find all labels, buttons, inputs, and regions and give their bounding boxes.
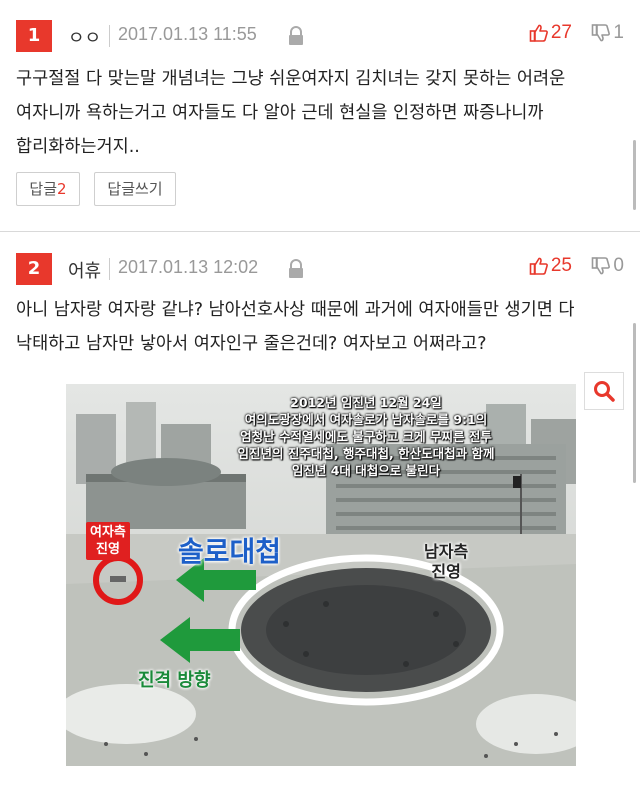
nickname[interactable]: 어휴	[68, 257, 101, 283]
label-line: 여자측	[90, 525, 126, 540]
like-button[interactable]: 27	[529, 22, 572, 44]
thumbs-down-icon	[592, 257, 611, 275]
scrollbar[interactable]	[633, 323, 636, 483]
like-count: 27	[550, 22, 572, 43]
thumbs-down-icon	[592, 24, 611, 42]
caption-line: 여의도광장에서 여자솔로가 남자솔로를 9:1의	[244, 412, 488, 427]
dislike-button[interactable]: 0	[591, 255, 624, 277]
scrollbar[interactable]	[633, 140, 636, 210]
nickname[interactable]: ㅇㅇ	[68, 24, 101, 50]
divider	[109, 258, 110, 280]
thumbs-up-icon	[529, 24, 548, 42]
caption-line: 임진년 4대 대첩으로 불린다	[291, 463, 441, 478]
thumbs-up-icon	[529, 257, 548, 275]
rank-badge: 1	[16, 20, 52, 52]
like-button[interactable]: 25	[529, 255, 572, 277]
timestamp: 2017.01.13 12:02	[118, 257, 259, 277]
lock-icon[interactable]	[286, 25, 306, 47]
reply-count-button[interactable]: 답글2	[16, 172, 80, 206]
caption-line: 임진년의 진주대첩, 행주대첩, 한산도대첩과 함께	[237, 446, 495, 461]
dislike-button[interactable]: 1	[591, 22, 624, 44]
like-count: 25	[550, 255, 572, 276]
label-line: 남자측	[424, 542, 469, 561]
divider	[109, 25, 110, 47]
battle-label: 솔로대첩	[178, 535, 282, 568]
caption-line: 엄청난 수적열세에도 불구하고 크게 무찌른 전투	[240, 429, 492, 444]
dislike-count: 1	[613, 22, 624, 43]
comment-item: 2 어휴 2017.01.13 12:02 25 0 아니 남자랑 여자랑 같냐…	[0, 233, 640, 806]
search-icon	[594, 381, 615, 402]
dislike-count: 0	[613, 255, 624, 276]
image-zoom-button[interactable]	[584, 372, 624, 410]
direction-label: 진격 방향	[138, 670, 211, 691]
rank-badge: 2	[16, 253, 52, 285]
image-caption: 2012년 임진년 12월 24일 여의도광장에서 여자솔로가 남자솔로를 9:…	[206, 394, 526, 479]
reply-label: 답글	[29, 180, 58, 198]
comment-meta: 1 ㅇㅇ 2017.01.13 11:55 27 1	[0, 16, 640, 56]
lock-icon[interactable]	[286, 258, 306, 280]
attached-image[interactable]: 2012년 임진년 12월 24일 여의도광장에서 여자솔로가 남자솔로를 9:…	[66, 384, 576, 766]
men-side-label: 남자측 진영	[424, 542, 468, 582]
label-line: 진영	[431, 562, 461, 581]
comment-item: 1 ㅇㅇ 2017.01.13 11:55 27 1 구구절절 다 맞는말 개념…	[0, 0, 640, 232]
women-side-label: 여자측 진영	[86, 522, 130, 560]
label-line: 진영	[95, 542, 120, 557]
comment-text: 구구절절 다 맞는말 개념녀는 그냥 쉬운여자지 김치녀는 갖지 못하는 어려운…	[16, 69, 566, 157]
timestamp: 2017.01.13 11:55	[118, 24, 257, 44]
caption-line: 2012년 임진년 12월 24일	[290, 395, 442, 410]
comment-text: 아니 남자랑 여자랑 같냐? 남아선호사상 때문에 과거에 여자애들만 생기면 …	[16, 300, 575, 354]
comment-meta: 2 어휴 2017.01.13 12:02 25 0	[0, 249, 640, 289]
reply-count: 2	[57, 180, 67, 198]
write-reply-button[interactable]: 답글쓰기	[94, 172, 176, 206]
